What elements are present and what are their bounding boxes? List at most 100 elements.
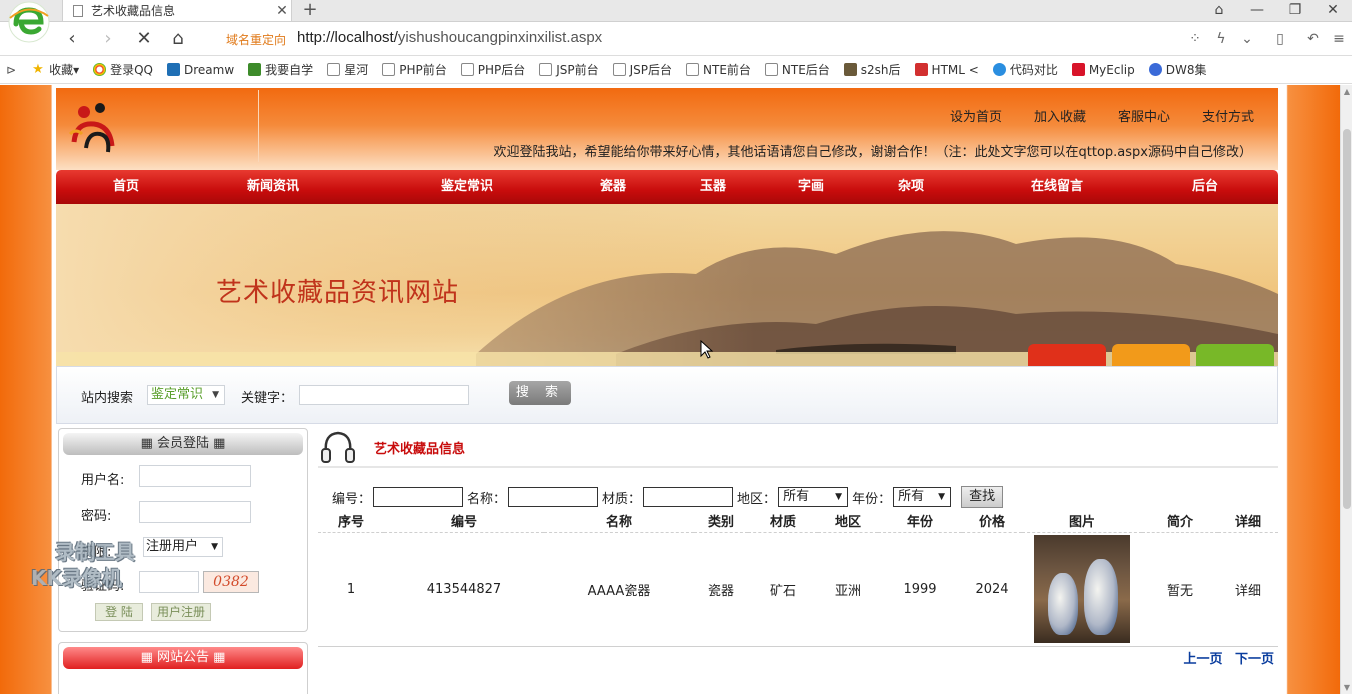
- chevron-down-icon: ▼: [835, 492, 843, 502]
- nav-appraisal[interactable]: 鉴定常识: [430, 170, 504, 204]
- name-input[interactable]: [508, 487, 599, 507]
- document-icon: [73, 4, 83, 17]
- restore-icon[interactable]: ❐: [1276, 0, 1314, 22]
- pin-icon[interactable]: ⌂: [1200, 0, 1238, 22]
- year-select[interactable]: 所有 ▼: [893, 487, 952, 507]
- bookmark-item[interactable]: NTE前台: [686, 61, 751, 78]
- scroll-thumb[interactable]: [1343, 129, 1351, 509]
- login-button[interactable]: 登 陆: [95, 603, 143, 621]
- watermark-line: 录制工具: [55, 540, 135, 564]
- cell-year: 1999: [878, 532, 962, 647]
- main-heading: 艺术收藏品信息: [318, 424, 1278, 468]
- porcelain-vase-image[interactable]: [1034, 535, 1130, 643]
- bookmark-item[interactable]: PHP前台: [382, 61, 447, 78]
- nav-news[interactable]: 新闻资讯: [236, 170, 310, 204]
- bookmark-item[interactable]: JSP后台: [612, 61, 672, 78]
- bookmark-item[interactable]: DW8集: [1148, 61, 1207, 78]
- nav-admin[interactable]: 后台: [1180, 170, 1230, 204]
- url-field[interactable]: http://localhost/yishushoucangpinxinxili…: [297, 29, 602, 46]
- minimize-icon[interactable]: —: [1238, 0, 1276, 22]
- bookmark-item[interactable]: 登录QQ: [93, 61, 153, 78]
- table-row: 1 413544827 AAAA瓷器 瓷器 矿石 亚洲 1999 2024 暂无: [318, 532, 1278, 647]
- keyword-input[interactable]: [299, 385, 469, 405]
- add-favorite-link[interactable]: 加入收藏: [1034, 106, 1086, 125]
- nav-message[interactable]: 在线留言: [1020, 170, 1094, 204]
- chevron-down-icon: ▼: [212, 390, 219, 400]
- lightning-icon[interactable]: ϟ: [1208, 27, 1234, 51]
- captcha-image[interactable]: 0382: [203, 571, 259, 593]
- banner-tab-red[interactable]: [1028, 344, 1106, 366]
- nav-calligraphy[interactable]: 字画: [786, 170, 836, 204]
- browser-tab-strip: 艺术收藏品信息 ✕ + ⌂ — ❐ ✕: [0, 0, 1352, 22]
- new-tab-icon[interactable]: +: [300, 0, 320, 22]
- bookmark-item[interactable]: MyEclip: [1071, 63, 1135, 77]
- username-input[interactable]: [139, 465, 251, 487]
- notice-body: [59, 673, 307, 694]
- bookmark-item[interactable]: JSP前台: [539, 61, 599, 78]
- image-icon: [843, 63, 857, 76]
- name-label: 名称：: [467, 491, 507, 507]
- bookmark-item[interactable]: s2sh后: [843, 61, 901, 78]
- customer-service-link[interactable]: 客服中心: [1118, 106, 1170, 125]
- myeclipse-icon: [1071, 63, 1085, 76]
- payment-link[interactable]: 支付方式: [1202, 106, 1254, 125]
- material-input[interactable]: [643, 487, 734, 507]
- cell-price: 2024: [962, 532, 1022, 647]
- banner-tab-green[interactable]: [1196, 344, 1274, 366]
- undo-icon[interactable]: ↶: [1300, 27, 1326, 51]
- back-icon[interactable]: ‹: [60, 27, 84, 51]
- bookmark-item[interactable]: 星河: [327, 61, 368, 78]
- bookmark-item[interactable]: 代码对比: [992, 61, 1058, 78]
- bookmark-icon[interactable]: ▯: [1260, 27, 1300, 51]
- grid-icon[interactable]: ⁘: [1182, 27, 1208, 51]
- register-button[interactable]: 用户注册: [151, 603, 211, 621]
- welcome-text: 欢迎登陆我站，希望能给你带来好心情，其他话语请您自己修改，谢谢合作！（注：此处文…: [493, 145, 1252, 160]
- next-page-link[interactable]: 下一页: [1235, 652, 1274, 667]
- password-input[interactable]: [139, 501, 251, 523]
- cell-code: 413544827: [384, 532, 544, 647]
- page-scrollbar[interactable]: ▲ ▼: [1340, 85, 1352, 694]
- banner-tab-orange[interactable]: [1112, 344, 1190, 366]
- sidebar-toggle-icon[interactable]: ⊳: [6, 63, 16, 77]
- nav-jade[interactable]: 玉器: [688, 170, 738, 204]
- cell-category: 瓷器: [694, 532, 748, 647]
- html-icon: [914, 63, 928, 76]
- prev-page-link[interactable]: 上一页: [1183, 652, 1222, 667]
- bookmark-item[interactable]: ★ 收藏 ▾: [32, 61, 79, 78]
- menu-icon[interactable]: ≡: [1326, 27, 1352, 51]
- notice-panel-title: ▦ 网站公告 ▦: [63, 647, 303, 669]
- close-window-icon[interactable]: ✕: [1314, 0, 1352, 22]
- scroll-down-icon[interactable]: ▼: [1341, 683, 1352, 692]
- page-icon: [612, 63, 626, 76]
- role-select[interactable]: 注册用户 ▼: [143, 537, 223, 557]
- nav-home[interactable]: 首页: [96, 170, 156, 204]
- address-actions: ⁘ ϟ ⌄ ▯ ↶ ≡: [1182, 27, 1352, 51]
- bookmark-item[interactable]: PHP后台: [460, 61, 525, 78]
- bookmark-item[interactable]: NTE后台: [764, 61, 830, 78]
- nav-porcelain[interactable]: 瓷器: [588, 170, 638, 204]
- set-homepage-link[interactable]: 设为首页: [950, 106, 1002, 125]
- chevron-down-icon[interactable]: ⌄: [1234, 27, 1260, 51]
- code-input[interactable]: [373, 487, 464, 507]
- forward-icon[interactable]: ›: [96, 27, 120, 51]
- detail-link[interactable]: 详细: [1218, 532, 1278, 647]
- bookmark-item[interactable]: 我要自学: [248, 61, 313, 78]
- keyword-label: 关键字：: [241, 391, 294, 406]
- captcha-input[interactable]: [139, 571, 199, 593]
- cell-intro: 暂无: [1142, 532, 1218, 647]
- search-button[interactable]: 搜 索: [509, 381, 571, 405]
- scroll-up-icon[interactable]: ▲: [1341, 87, 1352, 96]
- bookmark-item[interactable]: HTML <: [914, 63, 979, 77]
- search-category-select[interactable]: 鉴定常识 ▼: [147, 385, 225, 405]
- find-button[interactable]: 查找: [961, 486, 1004, 508]
- column-header: 年份: [878, 510, 962, 533]
- bookmark-item[interactable]: Dreamw: [167, 63, 234, 77]
- browser-tab[interactable]: 艺术收藏品信息 ✕: [62, 0, 292, 22]
- site-logo-icon: [68, 103, 115, 153]
- region-select[interactable]: 所有 ▼: [778, 487, 849, 507]
- column-header: 名称: [544, 510, 694, 533]
- nav-misc[interactable]: 杂项: [886, 170, 936, 204]
- close-tab-icon[interactable]: ✕: [273, 3, 291, 19]
- stop-loading-icon[interactable]: ✕: [132, 27, 156, 51]
- home-icon[interactable]: ⌂: [166, 27, 190, 51]
